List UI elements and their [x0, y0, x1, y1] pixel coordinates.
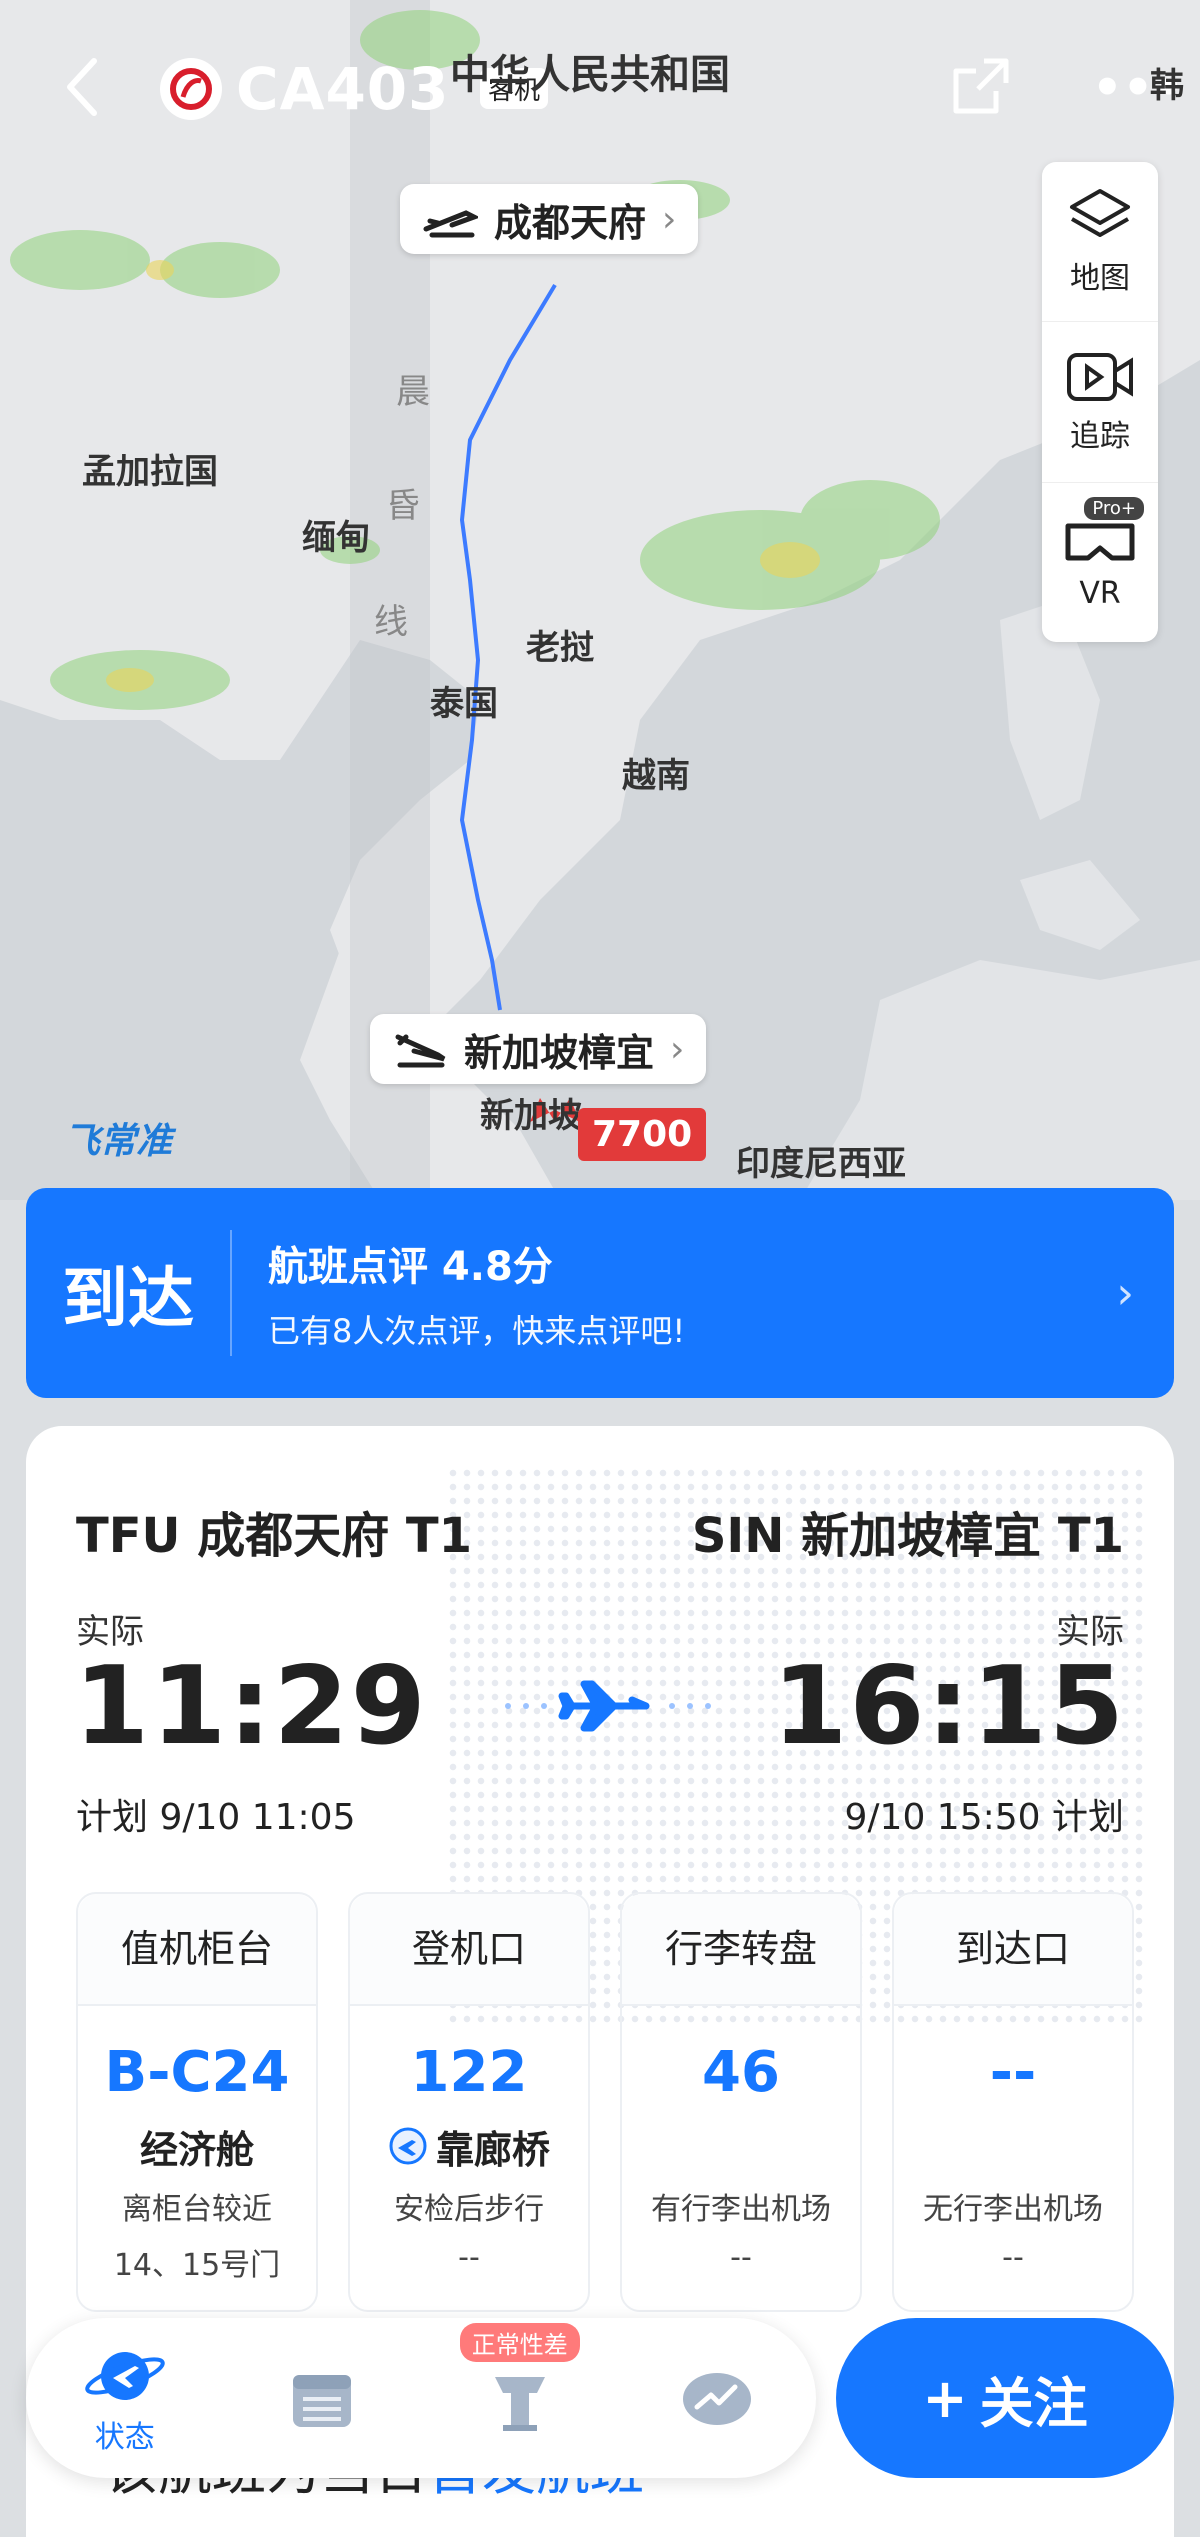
info-note: 有行李出机场	[651, 2192, 831, 2227]
info-note2: 14、15号门	[113, 2248, 281, 2283]
map-tools-panel: 地图 追踪 Pro+ VR	[1042, 162, 1158, 642]
arr-planned-time: 9/10 15:50 计划	[844, 1797, 1124, 1838]
vr-button[interactable]: Pro+ VR	[1042, 483, 1158, 642]
origin-pill-label: 成都天府	[494, 200, 647, 245]
takeoff-icon	[423, 210, 478, 238]
origin-airport: TFU 成都天府 T1	[76, 1508, 473, 1564]
label-thailand: 泰国	[430, 684, 498, 724]
info-note: 无行李出机场	[923, 2192, 1103, 2227]
info-note: 离柜台较近	[122, 2192, 272, 2227]
flight-number: CA403	[236, 55, 450, 123]
rating-title: 航班点评 4.8分	[268, 1244, 553, 1290]
map-layer-button[interactable]: 地图	[1042, 162, 1158, 323]
terminator-label-3: 线	[374, 602, 408, 642]
tab-status[interactable]: 状态	[55, 2340, 195, 2456]
terminator-label-1: 晨	[396, 372, 430, 412]
layers-icon	[1070, 188, 1130, 237]
tab-status-label: 状态	[94, 2420, 155, 2455]
arr-actual-time: 16:15	[772, 1644, 1126, 1769]
info-sub	[622, 2122, 860, 2170]
origin-airport-pill[interactable]: 成都天府 ›	[400, 184, 699, 254]
jet-bridge-icon	[389, 2127, 427, 2165]
chevron-right-icon: ›	[1116, 1267, 1134, 1319]
info-value: B-C24	[104, 2040, 290, 2104]
info-note2: --	[458, 2240, 480, 2275]
checkin-counter-box[interactable]: 值机柜台 B-C24 经济舱 离柜台较近 14、15号门	[76, 1892, 318, 2312]
rating-subtitle: 已有8人次点评，快来点评吧!	[268, 1312, 686, 1350]
label-laos: 老挝	[526, 628, 594, 668]
label-china: 中华人民共和国	[450, 52, 730, 98]
share-button[interactable]	[950, 55, 1012, 121]
arrival-exit-box[interactable]: 到达口 -- 无行李出机场 --	[892, 1892, 1134, 2312]
back-button[interactable]	[62, 55, 102, 123]
info-sub	[894, 2122, 1132, 2170]
info-note: 安检后步行	[394, 2192, 544, 2227]
info-value: 122	[410, 2040, 528, 2104]
track-button[interactable]: 追踪	[1042, 322, 1158, 483]
terminator-label-2: 昏	[386, 486, 420, 526]
flight-map[interactable]: CA403 客机 ••• 中华人民共和国 韩 孟加拉国 缅甸 老挝 泰国 越南 …	[0, 0, 1200, 1200]
info-head: 值机柜台	[78, 1894, 316, 2006]
info-head: 登机口	[350, 1894, 588, 2006]
video-icon	[1067, 352, 1133, 401]
info-value: 46	[702, 2040, 780, 2104]
gate-box[interactable]: 登机口 122 靠廊桥 安检后步行 --	[348, 1892, 590, 2312]
follow-button[interactable]: + 关注	[836, 2318, 1174, 2478]
info-head: 行李转盘	[622, 1894, 860, 2006]
baggage-carousel-box[interactable]: 行李转盘 46 有行李出机场 --	[620, 1892, 862, 2312]
track-tool-label: 追踪	[1070, 418, 1130, 454]
trend-bubble-icon	[683, 2373, 752, 2425]
plane-icon	[505, 1680, 711, 1732]
label-myanmar: 缅甸	[302, 518, 370, 558]
label-vietnam: 越南	[622, 756, 690, 796]
follow-label: 关注	[979, 2371, 1088, 2435]
chevron-right-icon: ›	[670, 1028, 685, 1070]
airport-info-grid: 值机柜台 B-C24 经济舱 离柜台较近 14、15号门 登机口 122 靠廊桥…	[76, 1892, 1134, 2312]
landing-icon	[395, 1034, 446, 1068]
pro-badge: Pro+	[1084, 496, 1144, 520]
info-value: --	[989, 2040, 1037, 2104]
flight-status: 到达	[62, 1260, 194, 1337]
info-note2: --	[730, 2240, 752, 2275]
rating-block: 航班点评 4.8分 已有8人次点评，快来点评吧!	[232, 1234, 1116, 1352]
back-arrow-icon	[67, 58, 97, 116]
tab-chat[interactable]	[647, 2363, 787, 2433]
planet-plane-icon	[85, 2352, 165, 2400]
dest-airport: SIN 新加坡樟宜 T1	[691, 1508, 1124, 1564]
control-tower-icon	[494, 2377, 545, 2431]
squawk-badge: 7700	[578, 1108, 707, 1161]
tab-tower[interactable]: 正常性差	[450, 2323, 590, 2433]
label-singapore: 新加坡	[480, 1096, 582, 1136]
label-korea: 韩	[1150, 66, 1184, 106]
info-sub: 靠廊桥	[435, 2127, 550, 2172]
info-sub-row: 靠廊桥	[350, 2122, 588, 2172]
dep-planned-time: 计划 9/10 11:05	[76, 1797, 356, 1838]
info-head: 到达口	[894, 1894, 1132, 2006]
label-bangladesh: 孟加拉国	[82, 452, 218, 492]
share-icon	[953, 58, 1009, 114]
dest-airport-pill[interactable]: 新加坡樟宜 ›	[370, 1014, 707, 1084]
dep-actual-time: 11:29	[74, 1644, 428, 1769]
map-tool-label: 地图	[1070, 260, 1130, 296]
airline-logo-icon	[160, 58, 222, 120]
info-sub: 经济舱	[139, 2127, 254, 2172]
tab-calendar[interactable]	[252, 2363, 392, 2433]
dest-pill-label: 新加坡樟宜	[464, 1030, 655, 1075]
punctuality-badge: 正常性差	[459, 2323, 580, 2362]
bottom-tab-bar: 状态 正常性差	[26, 2318, 816, 2478]
info-note2: --	[1002, 2240, 1024, 2275]
label-indonesia: 印度尼西亚	[736, 1144, 906, 1184]
vr-tool-label: VR	[1079, 575, 1121, 611]
calendar-icon	[293, 2375, 352, 2427]
vr-headset-icon	[1065, 523, 1135, 561]
brand-logo: 飞常准	[64, 1121, 173, 1162]
plus-icon: +	[922, 2366, 968, 2430]
arrival-rating-banner[interactable]: 到达 航班点评 4.8分 已有8人次点评，快来点评吧! ›	[26, 1188, 1174, 1398]
chevron-right-icon: ›	[662, 198, 677, 240]
flight-title: CA403	[160, 55, 450, 123]
